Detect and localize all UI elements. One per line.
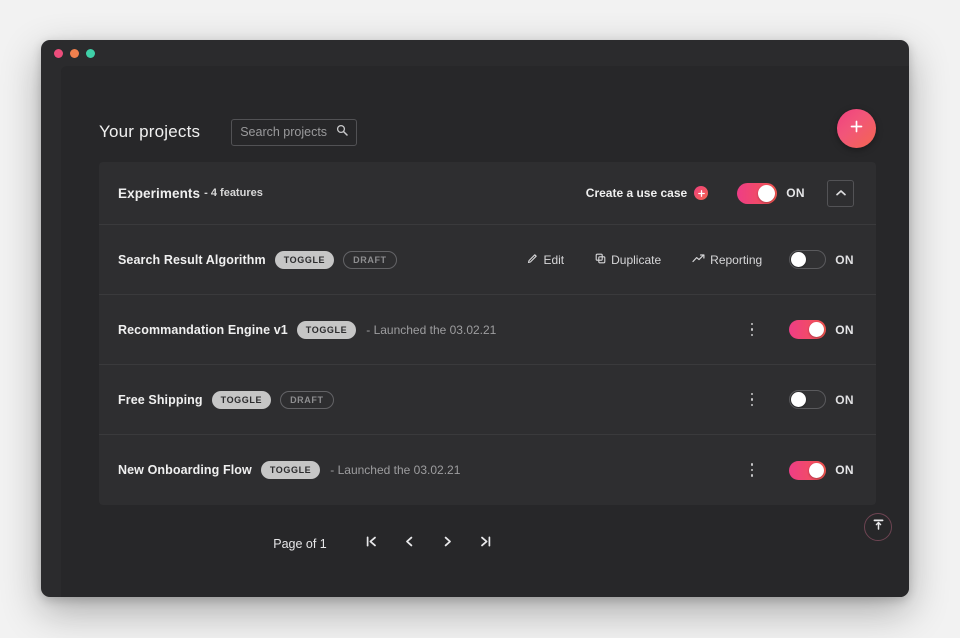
feature-toggle-switch[interactable] [789,390,827,409]
kebab-dot [750,463,754,466]
chevron-last-icon [479,535,492,553]
page-indicator: Page of 1 [273,537,327,551]
duplicate-action[interactable]: Duplicate [595,253,661,267]
feature-toggle[interactable]: ON [789,320,854,339]
feature-toggle-knob [809,322,825,337]
feature-toggle-switch[interactable] [789,460,827,480]
project-card-header: Experiments - 4 features Create a use ca… [99,162,876,225]
maximize-window-button[interactable] [86,48,95,58]
project-toggle-label: ON [786,186,805,200]
page-header: Your projects Search projects [61,66,909,162]
feature-badge-type: TOGGLE [260,461,321,479]
duplicate-action-label: Duplicate [611,252,662,267]
feature-badge-type: TOGGLE [274,250,335,269]
pagination-footer: Page of 1 [61,505,909,583]
feature-row[interactable]: New Onboarding Flow TOGGLE - Launched th… [99,435,876,505]
feature-toggle[interactable]: ON [789,460,854,480]
search-input[interactable]: Search projects [231,118,358,146]
project-toggle-switch[interactable] [737,182,778,204]
feature-badge-type: TOGGLE [296,320,357,339]
kebab-dot [750,322,754,326]
back-to-top-button[interactable] [864,513,892,541]
feature-name: Recommandation Engine v1 [118,322,288,337]
feature-row[interactable]: Free Shipping TOGGLE DRAFT ON [99,365,876,435]
plus-circle-icon [694,186,709,200]
prev-page-button[interactable] [391,531,429,557]
kebab-dot [750,403,754,407]
collapse-project-button[interactable] [827,179,854,207]
kebab-dot [750,398,754,401]
feature-name: Search Result Algorithm [118,252,266,267]
app-content: Your projects Search projects Experiment… [61,66,909,597]
close-window-button[interactable] [54,48,63,58]
chevron-up-icon [835,184,847,202]
pagination-controls: Page of 1 [273,531,505,557]
pencil-icon [527,253,538,267]
feature-toggle-knob [809,462,825,478]
create-use-case-button[interactable]: Create a use case [585,186,709,200]
reporting-action-label: Reporting [710,252,763,267]
search-placeholder: Search projects [240,125,328,139]
project-toggle[interactable]: ON [737,182,805,204]
feature-launched-date: - Launched the 03.02.21 [330,463,461,477]
feature-toggle-switch[interactable] [789,320,827,339]
kebab-dot [750,468,754,472]
kebab-dot [750,474,754,477]
last-page-button[interactable] [467,531,505,557]
feature-row[interactable]: Recommandation Engine v1 TOGGLE - Launch… [99,295,876,365]
project-title: Experiments [118,185,201,201]
plus-icon [849,119,864,139]
next-page-button[interactable] [429,531,467,557]
feature-more-menu-button[interactable] [743,319,761,341]
create-use-case-label: Create a use case [585,186,688,200]
first-page-button[interactable] [353,531,391,557]
feature-badge-status: DRAFT [343,250,397,269]
minimize-window-button[interactable] [70,48,79,58]
feature-toggle-label: ON [835,252,854,267]
project-toggle-knob [758,184,776,202]
arrow-to-top-icon [871,517,886,537]
feature-toggle-switch[interactable] [789,250,827,269]
feature-toggle-knob [791,252,807,267]
page-title: Your projects [99,122,201,141]
project-feature-count: - 4 features [204,187,263,199]
chevron-right-icon [441,535,454,553]
kebab-dot [750,333,754,337]
chevron-first-icon [365,535,378,553]
project-card: Experiments - 4 features Create a use ca… [99,162,876,505]
feature-row[interactable]: Search Result Algorithm TOGGLE DRAFT Edi… [99,225,876,295]
copy-icon [595,253,606,267]
search-icon [336,123,348,141]
kebab-dot [750,392,754,396]
feature-more-menu-button[interactable] [743,459,761,481]
feature-actions: Edit Duplicate Reporting [527,253,762,267]
add-project-button[interactable] [837,109,876,148]
trending-up-icon [692,253,705,267]
app-window: Your projects Search projects Experiment… [41,40,909,597]
feature-toggle-label: ON [835,322,854,337]
edit-action[interactable]: Edit [527,253,564,267]
kebab-dot [750,328,754,331]
chevron-left-icon [403,535,416,553]
edit-action-label: Edit [543,252,565,267]
feature-launched-date: - Launched the 03.02.21 [366,322,497,337]
feature-badge-status: DRAFT [280,390,334,409]
feature-toggle[interactable]: ON [789,390,854,409]
feature-toggle-label: ON [835,463,854,477]
feature-toggle-label: ON [835,392,854,407]
feature-toggle[interactable]: ON [789,250,854,269]
reporting-action[interactable]: Reporting [692,253,762,267]
feature-toggle-knob [791,392,807,407]
window-titlebar [41,40,909,66]
feature-more-menu-button[interactable] [743,389,761,411]
feature-badge-type: TOGGLE [211,390,272,409]
feature-name: Free Shipping [118,392,203,407]
feature-name: New Onboarding Flow [118,463,252,477]
